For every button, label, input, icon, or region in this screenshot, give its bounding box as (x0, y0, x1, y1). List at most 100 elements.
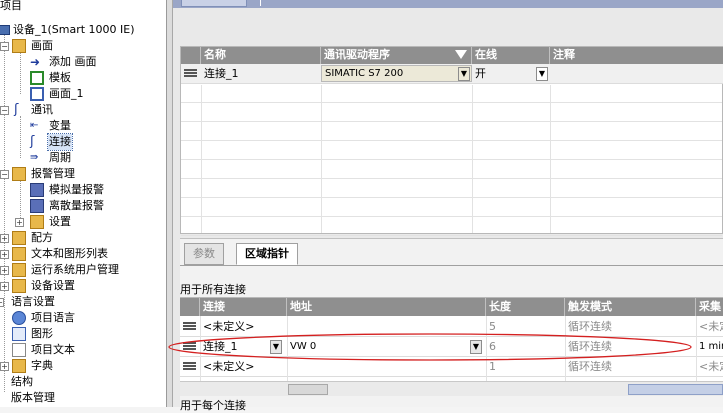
cell-connection[interactable]: <未定义> (200, 357, 287, 377)
collapse-icon[interactable]: − (0, 170, 9, 179)
area-pointer-table: 连接 地址 长度 触发模式 采集 <未定义> 5 循环连续 <未定 连接_1 ▼… (180, 297, 723, 381)
text-icon (12, 343, 26, 357)
cell-trigger-mode: 循环连续 (568, 320, 612, 333)
column-divider (201, 85, 202, 233)
table-row[interactable]: <未定义> 1 循环连续 <未定 (180, 357, 723, 377)
row-selector-icon[interactable] (183, 322, 196, 332)
column-header-connection[interactable]: 连接 (200, 298, 287, 316)
connection-icon: ʃ (30, 134, 35, 149)
cell-acquisition: 1 min (699, 341, 723, 352)
cell-address[interactable] (287, 357, 486, 377)
column-divider (550, 85, 551, 233)
empty-row (181, 123, 722, 141)
discrete-alarm-icon (30, 199, 44, 213)
cell-acquisition: <未定 (699, 320, 723, 333)
expand-icon[interactable]: + (0, 250, 9, 259)
add-screen-icon: ➜ (30, 55, 41, 69)
folder-icon (12, 247, 26, 261)
cell-length: 5 (489, 320, 496, 333)
cycle-icon: ⇛ (30, 152, 39, 163)
folder-icon (12, 263, 26, 277)
editor-tab[interactable] (181, 0, 247, 7)
cell-length: 1 (489, 360, 496, 373)
column-header-online[interactable]: 在线 (472, 47, 550, 64)
column-header-driver[interactable]: 通讯驱动程序 (321, 47, 472, 64)
folder-icon (12, 231, 26, 245)
table-row[interactable]: 连接_1 ▼ VW 0 ▼ 6 循环连续 1 min (180, 337, 723, 357)
cell-driver-select[interactable]: SIMATIC S7 200 (321, 65, 472, 82)
cell-comment[interactable] (550, 65, 723, 83)
column-divider (486, 316, 487, 381)
table-row[interactable]: <未定义> 5 循环连续 <未定 (180, 317, 723, 337)
empty-row (181, 161, 722, 179)
graphics-icon (12, 327, 26, 341)
empty-row (181, 218, 722, 236)
properties-panel: 参数 区域指针 用于所有连接 连接 地址 长度 触发模式 采集 <未定义> 5 … (180, 238, 723, 412)
chevron-down-icon[interactable]: ▼ (470, 340, 482, 354)
column-header-trigger-mode[interactable]: 触发模式 (565, 298, 696, 316)
scrollbar-thumb[interactable] (628, 384, 723, 395)
expand-icon[interactable]: + (0, 266, 9, 275)
row-selector-icon[interactable] (183, 342, 196, 352)
editor-area: 名称 通讯驱动程序 在线 注释 连接_1 SIMATIC S7 200 ▼ 开 … (173, 0, 723, 412)
analog-alarm-icon (30, 183, 44, 197)
empty-row (181, 199, 722, 217)
expand-icon[interactable]: + (0, 234, 9, 243)
collapse-icon[interactable]: − (0, 42, 9, 51)
folder-icon (12, 359, 26, 373)
chevron-down-icon[interactable]: ▼ (536, 67, 548, 81)
cell-trigger-mode: 循环连续 (568, 360, 612, 373)
column-divider (472, 85, 473, 233)
expand-icon[interactable]: + (0, 362, 9, 371)
tab-area-pointer[interactable]: 区域指针 (236, 243, 298, 265)
row-header-corner (180, 298, 200, 316)
globe-icon (12, 311, 26, 325)
tags-icon: ⇤ (30, 120, 39, 131)
device-icon (0, 25, 10, 35)
folder-icon (12, 167, 26, 181)
tab-parameters[interactable]: 参数 (184, 243, 224, 265)
section-title-each-connection: 用于每个连接 (180, 399, 246, 412)
tab-underline (180, 265, 723, 266)
collapse-icon[interactable]: − (0, 106, 9, 115)
communication-icon: ʃ (14, 102, 19, 117)
folder-icon (30, 215, 44, 229)
template-icon (30, 71, 44, 85)
column-header-driver-label: 通讯驱动程序 (324, 48, 390, 61)
editor-tab-strip (173, 0, 723, 8)
empty-row (181, 104, 722, 122)
scrollbar-track-segment[interactable] (288, 384, 328, 395)
chevron-down-icon[interactable]: ▼ (270, 340, 282, 354)
collapse-icon[interactable]: − (0, 298, 4, 307)
cell-trigger-mode: 循环连续 (568, 340, 612, 353)
screen-icon (30, 87, 44, 101)
column-divider (200, 316, 201, 381)
cell-connection[interactable]: <未定义> (200, 317, 287, 337)
cell-length: 6 (489, 340, 496, 353)
column-divider (696, 316, 697, 381)
cell-acquisition: <未定 (699, 360, 723, 373)
folder-icon (12, 39, 26, 53)
empty-row (181, 142, 722, 160)
table-row[interactable]: 连接_1 SIMATIC S7 200 ▼ 开 ▼ (181, 64, 723, 84)
editor-tab-divider (253, 0, 261, 6)
column-header-acquisition[interactable]: 采集 (696, 298, 723, 316)
cell-connection-name[interactable]: 连接_1 (201, 65, 321, 83)
expand-icon[interactable]: + (15, 218, 24, 227)
horizontal-scrollbar[interactable] (180, 381, 723, 396)
empty-row (181, 85, 722, 103)
column-divider (565, 316, 566, 381)
column-header-comment[interactable]: 注释 (550, 47, 723, 64)
cell-address[interactable]: VW 0 (287, 337, 486, 357)
row-header-corner (181, 47, 201, 64)
chevron-down-icon[interactable]: ▼ (458, 67, 470, 81)
column-header-address[interactable]: 地址 (287, 298, 486, 316)
expand-icon[interactable]: + (0, 282, 9, 291)
folder-icon (12, 279, 26, 293)
column-header-length[interactable]: 长度 (486, 298, 565, 316)
project-tree: 项目 设备_1(Smart 1000 IE) − 画面 ➜ 添加 画面 模板 画… (0, 0, 167, 407)
row-selector-icon[interactable] (184, 69, 197, 79)
column-header-name[interactable]: 名称 (201, 47, 321, 64)
row-selector-icon[interactable] (183, 362, 196, 372)
cell-address[interactable] (287, 317, 486, 337)
